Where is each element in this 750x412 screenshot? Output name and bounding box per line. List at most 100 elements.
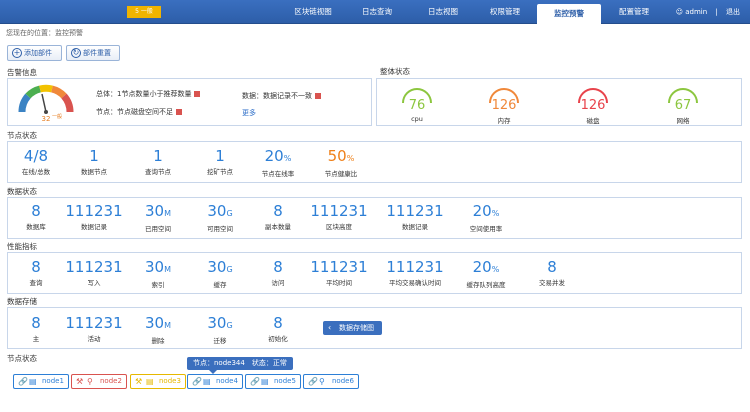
alert-item-data[interactable]: 数据：数据记录不一致: [242, 91, 321, 101]
alert-badge-icon: [315, 93, 321, 99]
node-label: node6: [332, 377, 354, 385]
user-icon: ☺: [675, 8, 683, 16]
node-status-title: 节点状态: [7, 131, 37, 140]
stat-replica-count: 8 副本数量: [265, 202, 291, 232]
disk-ring: 126 磁盘: [573, 85, 613, 125]
data-status-title: 数据状态: [7, 187, 37, 196]
link-icon: 🔗: [18, 377, 28, 386]
alert-item-node[interactable]: 节点：节点磁盘空间不足: [96, 107, 182, 117]
nav-item-permissions[interactable]: 权限管理: [474, 0, 536, 24]
add-widget-label: 添加部件: [24, 49, 52, 57]
tooltip-text: 节点：node344 状态：正常: [193, 359, 287, 367]
network-value: 67: [674, 98, 692, 113]
alerts-panel: 32 一般 总体：1节点数量小于推荐数量 数据：数据记录不一致 节点：节点磁盘空…: [7, 78, 372, 126]
logout-link[interactable]: 退出: [726, 8, 740, 16]
username[interactable]: admin: [685, 8, 707, 16]
stat-health-ratio: 50% 节点健康比: [324, 147, 358, 179]
database-icon: ▤: [261, 377, 269, 386]
database-icon: ▤: [29, 377, 37, 386]
node-item-node6[interactable]: 🔗 ⚲ node6: [303, 374, 359, 389]
stat-avg-confirm-time: 111231 平均交易确认时间: [386, 258, 444, 288]
user-area: ☺ admin | 退出: [676, 0, 740, 24]
stat-space-usage: 20% 空间使用率: [469, 202, 503, 234]
alert-item-overall[interactable]: 总体：1节点数量小于推荐数量: [96, 89, 201, 99]
cpu-ring: 76 cpu: [397, 85, 437, 125]
gauge-level: 一般: [52, 114, 63, 120]
refresh-icon: ↻: [71, 48, 81, 58]
database-icon: ▤: [146, 377, 154, 386]
breadcrumb: 您现在的位置：监控预警: [6, 29, 83, 37]
alert-badge-icon: [194, 91, 201, 97]
node-item-node5[interactable]: 🔗 ▤ node5: [245, 374, 301, 389]
node-label: node2: [100, 377, 122, 385]
alert-level-gauge: 32: [18, 84, 74, 123]
nav-item-config[interactable]: 配置管理: [603, 0, 665, 24]
plus-icon: +: [12, 48, 22, 58]
gauge-value: 32: [42, 115, 51, 123]
add-widget-button[interactable]: + 添加部件: [7, 45, 62, 61]
stat-access: 8 访问: [271, 258, 285, 288]
reset-widgets-label: 部件重置: [83, 49, 111, 57]
link-icon: 🔗: [250, 377, 260, 386]
node-list-title: 节点状态: [7, 354, 37, 363]
memory-value: 126: [491, 98, 517, 113]
cpu-label: cpu: [411, 115, 423, 123]
disk-label: 磁盘: [586, 117, 600, 125]
stat-initialized: 8 初始化: [268, 314, 288, 344]
logo: 5 一般: [127, 6, 161, 18]
data-storage-title: 数据存储: [7, 297, 37, 306]
stat-query-nodes: 1 查询节点: [145, 147, 171, 177]
overall-status-title: 整体状态: [380, 67, 410, 76]
storage-map-label: 数据存储图: [339, 324, 374, 332]
database-icon: ▤: [203, 377, 211, 386]
stat-data-nodes: 1 数据节点: [81, 147, 107, 177]
stat-cache-queue-height: 20% 缓存队列高度: [466, 258, 506, 290]
more-link[interactable]: 更多: [242, 108, 256, 118]
tools-icon: ⚒: [135, 377, 143, 386]
node-label: node5: [274, 377, 296, 385]
network-ring: 67 网络: [663, 85, 703, 125]
network-label: 网络: [676, 117, 690, 125]
link-icon: 🔗: [192, 377, 202, 386]
stat-deleted: 30M 删除: [145, 314, 171, 346]
memory-label: 内存: [497, 117, 511, 125]
nav-item-blockchain-view[interactable]: 区块链视图: [282, 0, 344, 24]
node-item-node1[interactable]: 🔗 ▤ node1: [13, 374, 69, 389]
alert-badge-icon: [176, 109, 182, 115]
node-label: node1: [42, 377, 64, 385]
node-label: node3: [159, 377, 181, 385]
stat-active: 111231 活动: [65, 314, 123, 344]
stat-used-space: 30M 已用空间: [145, 202, 171, 234]
link-icon: 🔗: [308, 377, 318, 386]
divider: |: [715, 8, 718, 16]
stat-average-time: 111231 平均时间: [310, 258, 368, 288]
stat-data-records-2: 111231 数据记录: [386, 202, 444, 232]
node-item-node4[interactable]: 🔗 ▤ node4: [187, 374, 243, 389]
stat-block-height: 111231 区块高度: [310, 202, 368, 232]
nav-item-log-query[interactable]: 日志查询: [346, 0, 408, 24]
storage-map-button[interactable]: ‹ 数据存储图: [323, 321, 382, 335]
alerts-title: 告警信息: [7, 68, 37, 77]
search-icon: ⚲: [319, 377, 325, 386]
performance-title: 性能指标: [7, 242, 37, 251]
stat-tx-concurrency: 8 交易并发: [539, 258, 565, 288]
overall-status-panel: 76 cpu 126 内存 126 磁盘 67 网络: [376, 78, 742, 126]
stat-index: 30M 索引: [145, 258, 171, 290]
memory-ring: 126 内存: [484, 85, 524, 125]
nav-item-log-view[interactable]: 日志视图: [412, 0, 474, 24]
stat-data-records: 111231 数据记录: [65, 202, 123, 232]
node-tooltip: 节点：node344 状态：正常: [187, 357, 293, 374]
tools-icon: ⚒: [76, 377, 84, 386]
node-label: node4: [216, 377, 238, 385]
top-navigation-bar: 5 一般 区块链视图 日志查询 日志视图 权限管理 监控预警 配置管理 ☺ ad…: [0, 0, 750, 24]
disk-value: 126: [580, 98, 606, 113]
cpu-value: 76: [408, 98, 426, 113]
search-icon: ⚲: [87, 377, 93, 386]
nav-item-monitoring[interactable]: 监控预警: [537, 4, 601, 24]
stat-write: 111231 写入: [65, 258, 123, 288]
chevron-left-icon: ‹: [328, 323, 332, 332]
reset-widgets-button[interactable]: ↻ 部件重置: [66, 45, 120, 61]
node-item-node3[interactable]: ⚒ ▤ node3: [130, 374, 186, 389]
node-item-node2[interactable]: ⚒ ⚲ node2: [71, 374, 127, 389]
stat-online-rate: 20% 节点在线率: [261, 147, 295, 179]
